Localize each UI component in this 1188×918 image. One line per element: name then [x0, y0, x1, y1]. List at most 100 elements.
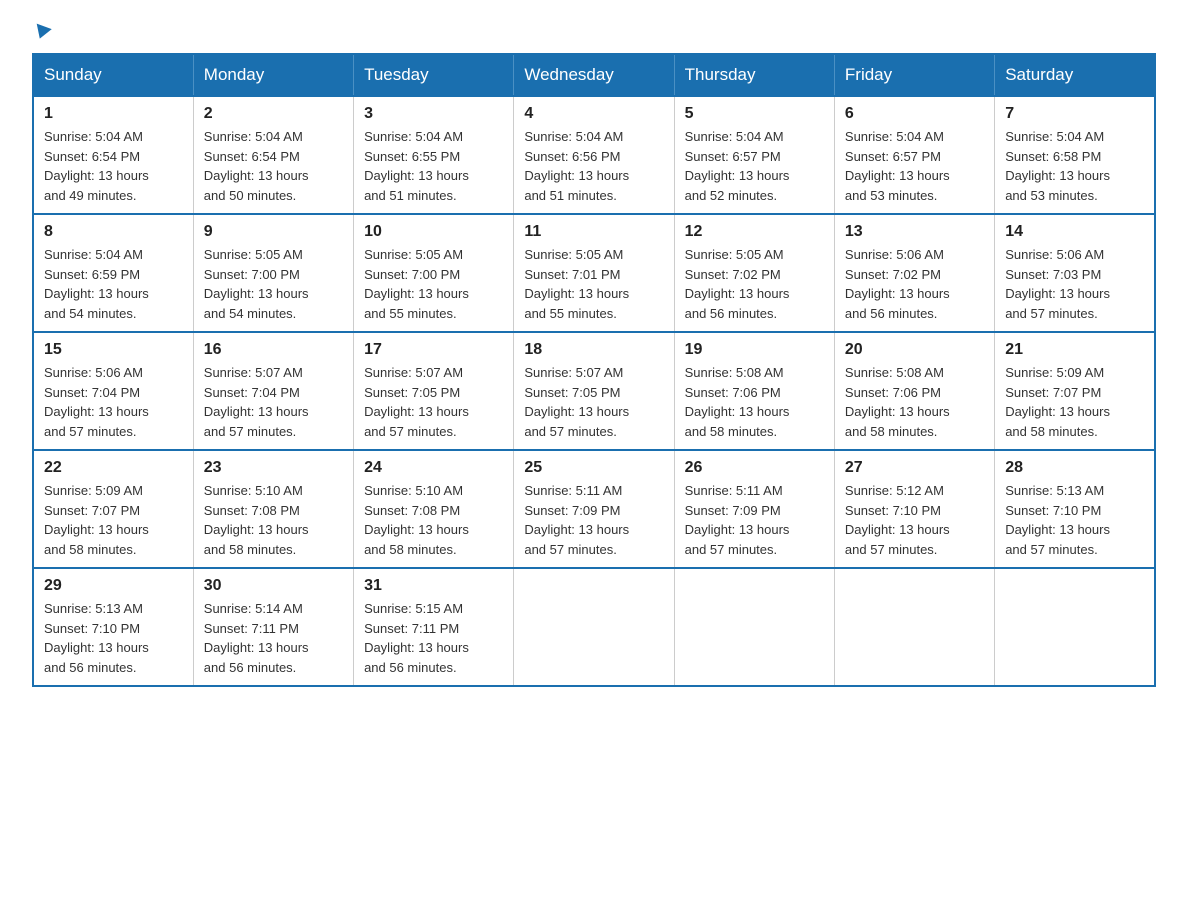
- week-row-2: 8 Sunrise: 5:04 AMSunset: 6:59 PMDaylight…: [33, 214, 1155, 332]
- day-number: 19: [685, 341, 824, 359]
- day-number: 21: [1005, 341, 1144, 359]
- calendar-cell: 20 Sunrise: 5:08 AMSunset: 7:06 PMDayligh…: [834, 332, 994, 450]
- day-number: 22: [44, 459, 183, 477]
- day-info: Sunrise: 5:15 AMSunset: 7:11 PMDaylight:…: [364, 599, 503, 677]
- day-info: Sunrise: 5:04 AMSunset: 6:54 PMDaylight:…: [44, 127, 183, 205]
- week-row-3: 15 Sunrise: 5:06 AMSunset: 7:04 PMDayligh…: [33, 332, 1155, 450]
- calendar-cell: 19 Sunrise: 5:08 AMSunset: 7:06 PMDayligh…: [674, 332, 834, 450]
- week-row-5: 29 Sunrise: 5:13 AMSunset: 7:10 PMDayligh…: [33, 568, 1155, 686]
- calendar-cell: 17 Sunrise: 5:07 AMSunset: 7:05 PMDayligh…: [354, 332, 514, 450]
- calendar-cell: [674, 568, 834, 686]
- calendar-cell: 1 Sunrise: 5:04 AMSunset: 6:54 PMDaylight…: [33, 96, 193, 214]
- calendar-cell: 4 Sunrise: 5:04 AMSunset: 6:56 PMDaylight…: [514, 96, 674, 214]
- calendar-cell: [514, 568, 674, 686]
- day-info: Sunrise: 5:11 AMSunset: 7:09 PMDaylight:…: [524, 481, 663, 559]
- header-saturday: Saturday: [995, 54, 1155, 96]
- calendar-cell: 3 Sunrise: 5:04 AMSunset: 6:55 PMDaylight…: [354, 96, 514, 214]
- calendar-cell: 14 Sunrise: 5:06 AMSunset: 7:03 PMDayligh…: [995, 214, 1155, 332]
- calendar-cell: [834, 568, 994, 686]
- day-number: 30: [204, 577, 343, 595]
- calendar-cell: 2 Sunrise: 5:04 AMSunset: 6:54 PMDaylight…: [193, 96, 353, 214]
- day-info: Sunrise: 5:12 AMSunset: 7:10 PMDaylight:…: [845, 481, 984, 559]
- header-monday: Monday: [193, 54, 353, 96]
- calendar-cell: 5Sunrise: 5:04 AMSunset: 6:57 PMDaylight…: [674, 96, 834, 214]
- calendar-cell: 16 Sunrise: 5:07 AMSunset: 7:04 PMDayligh…: [193, 332, 353, 450]
- day-number: 20: [845, 341, 984, 359]
- day-info: Sunrise: 5:06 AMSunset: 7:03 PMDaylight:…: [1005, 245, 1144, 323]
- day-number: 13: [845, 223, 984, 241]
- calendar-cell: 18 Sunrise: 5:07 AMSunset: 7:05 PMDayligh…: [514, 332, 674, 450]
- calendar-cell: 26 Sunrise: 5:11 AMSunset: 7:09 PMDayligh…: [674, 450, 834, 568]
- day-number: 28: [1005, 459, 1144, 477]
- day-number: 26: [685, 459, 824, 477]
- day-number: 2: [204, 105, 343, 123]
- logo: [32, 24, 50, 37]
- day-info: Sunrise: 5:05 AMSunset: 7:01 PMDaylight:…: [524, 245, 663, 323]
- day-number: 9: [204, 223, 343, 241]
- day-number: 5: [685, 105, 824, 123]
- day-number: 25: [524, 459, 663, 477]
- day-info: Sunrise: 5:05 AMSunset: 7:02 PMDaylight:…: [685, 245, 824, 323]
- day-number: 18: [524, 341, 663, 359]
- day-number: 7: [1005, 105, 1144, 123]
- day-number: 17: [364, 341, 503, 359]
- calendar-cell: 29 Sunrise: 5:13 AMSunset: 7:10 PMDayligh…: [33, 568, 193, 686]
- header-friday: Friday: [834, 54, 994, 96]
- day-info: Sunrise: 5:14 AMSunset: 7:11 PMDaylight:…: [204, 599, 343, 677]
- day-number: 14: [1005, 223, 1144, 241]
- day-info: Sunrise: 5:04 AMSunset: 6:55 PMDaylight:…: [364, 127, 503, 205]
- day-info: Sunrise: 5:05 AMSunset: 7:00 PMDaylight:…: [204, 245, 343, 323]
- header-sunday: Sunday: [33, 54, 193, 96]
- calendar-cell: 8 Sunrise: 5:04 AMSunset: 6:59 PMDaylight…: [33, 214, 193, 332]
- week-row-1: 1 Sunrise: 5:04 AMSunset: 6:54 PMDaylight…: [33, 96, 1155, 214]
- day-info: Sunrise: 5:07 AMSunset: 7:04 PMDaylight:…: [204, 363, 343, 441]
- day-number: 1: [44, 105, 183, 123]
- day-info: Sunrise: 5:09 AMSunset: 7:07 PMDaylight:…: [1005, 363, 1144, 441]
- day-number: 8: [44, 223, 183, 241]
- calendar-cell: 12 Sunrise: 5:05 AMSunset: 7:02 PMDayligh…: [674, 214, 834, 332]
- calendar-cell: 9 Sunrise: 5:05 AMSunset: 7:00 PMDaylight…: [193, 214, 353, 332]
- calendar-cell: 10 Sunrise: 5:05 AMSunset: 7:00 PMDayligh…: [354, 214, 514, 332]
- header-wednesday: Wednesday: [514, 54, 674, 96]
- day-info: Sunrise: 5:08 AMSunset: 7:06 PMDaylight:…: [845, 363, 984, 441]
- day-number: 16: [204, 341, 343, 359]
- calendar-cell: 11 Sunrise: 5:05 AMSunset: 7:01 PMDayligh…: [514, 214, 674, 332]
- day-info: Sunrise: 5:08 AMSunset: 7:06 PMDaylight:…: [685, 363, 824, 441]
- header-thursday: Thursday: [674, 54, 834, 96]
- day-number: 11: [524, 223, 663, 241]
- calendar-cell: 22Sunrise: 5:09 AMSunset: 7:07 PMDayligh…: [33, 450, 193, 568]
- day-number: 31: [364, 577, 503, 595]
- day-info: Sunrise: 5:13 AMSunset: 7:10 PMDaylight:…: [44, 599, 183, 677]
- day-info: Sunrise: 5:05 AMSunset: 7:00 PMDaylight:…: [364, 245, 503, 323]
- day-number: 12: [685, 223, 824, 241]
- day-number: 3: [364, 105, 503, 123]
- day-info: Sunrise: 5:04 AMSunset: 6:56 PMDaylight:…: [524, 127, 663, 205]
- day-info: Sunrise: 5:04 AMSunset: 6:58 PMDaylight:…: [1005, 127, 1144, 205]
- day-number: 10: [364, 223, 503, 241]
- day-number: 4: [524, 105, 663, 123]
- calendar-cell: 25 Sunrise: 5:11 AMSunset: 7:09 PMDayligh…: [514, 450, 674, 568]
- day-info: Sunrise: 5:10 AMSunset: 7:08 PMDaylight:…: [364, 481, 503, 559]
- day-info: Sunrise: 5:04 AMSunset: 6:54 PMDaylight:…: [204, 127, 343, 205]
- day-number: 29: [44, 577, 183, 595]
- day-info: Sunrise: 5:11 AMSunset: 7:09 PMDaylight:…: [685, 481, 824, 559]
- day-number: 15: [44, 341, 183, 359]
- header: [32, 24, 1156, 37]
- day-info: Sunrise: 5:06 AMSunset: 7:04 PMDaylight:…: [44, 363, 183, 441]
- calendar-cell: 28 Sunrise: 5:13 AMSunset: 7:10 PMDayligh…: [995, 450, 1155, 568]
- calendar-header-row: SundayMondayTuesdayWednesdayThursdayFrid…: [33, 54, 1155, 96]
- calendar-cell: 30 Sunrise: 5:14 AMSunset: 7:11 PMDayligh…: [193, 568, 353, 686]
- calendar-table: SundayMondayTuesdayWednesdayThursdayFrid…: [32, 53, 1156, 687]
- day-info: Sunrise: 5:13 AMSunset: 7:10 PMDaylight:…: [1005, 481, 1144, 559]
- week-row-4: 22Sunrise: 5:09 AMSunset: 7:07 PMDayligh…: [33, 450, 1155, 568]
- calendar-cell: 7 Sunrise: 5:04 AMSunset: 6:58 PMDaylight…: [995, 96, 1155, 214]
- calendar-cell: 13Sunrise: 5:06 AMSunset: 7:02 PMDayligh…: [834, 214, 994, 332]
- day-number: 23: [204, 459, 343, 477]
- day-info: Sunrise: 5:07 AMSunset: 7:05 PMDaylight:…: [524, 363, 663, 441]
- calendar-cell: 27Sunrise: 5:12 AMSunset: 7:10 PMDayligh…: [834, 450, 994, 568]
- day-info: Sunrise: 5:04 AMSunset: 6:59 PMDaylight:…: [44, 245, 183, 323]
- calendar-cell: 31 Sunrise: 5:15 AMSunset: 7:11 PMDayligh…: [354, 568, 514, 686]
- day-info: Sunrise: 5:07 AMSunset: 7:05 PMDaylight:…: [364, 363, 503, 441]
- calendar-cell: 15 Sunrise: 5:06 AMSunset: 7:04 PMDayligh…: [33, 332, 193, 450]
- logo-triangle-icon: [32, 24, 51, 42]
